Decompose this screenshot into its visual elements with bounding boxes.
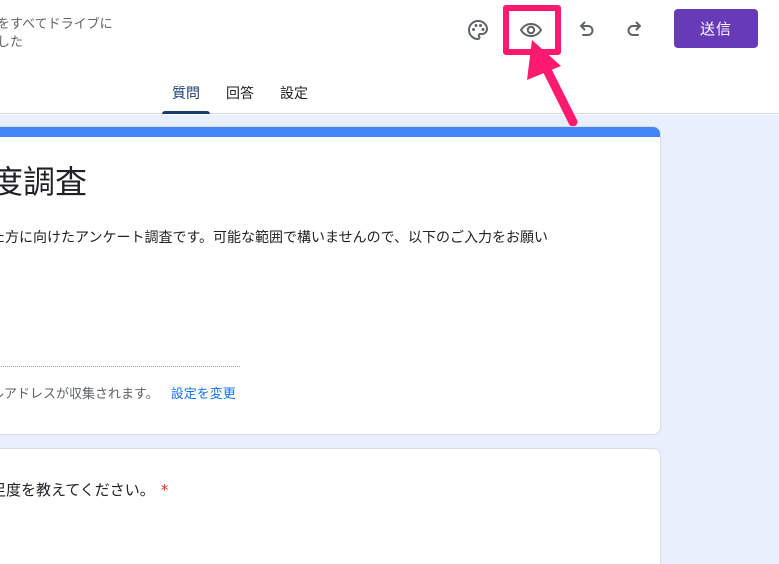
form-title[interactable]: 度調査: [0, 160, 87, 204]
question-title[interactable]: 足度を教えてください。 *: [0, 479, 168, 501]
email-collection-notice: ルアドレスが収集されます。 設定を変更: [0, 385, 236, 405]
save-status-line1: をすべてドライブに: [0, 17, 113, 32]
form-title-card[interactable]: 度調査 た方に向けたアンケート調査です。可能な範囲で構いませんので、以下のご入力…: [0, 126, 661, 435]
form-description[interactable]: た方に向けたアンケート調査です。可能な範囲で構いませんので、以下のご入力をお願い: [0, 228, 548, 248]
tab-responses[interactable]: 回答: [216, 76, 264, 114]
change-settings-link[interactable]: 設定を変更: [171, 387, 236, 402]
save-status-line2: した: [0, 35, 24, 50]
customize-theme-button[interactable]: [458, 10, 498, 50]
tab-questions[interactable]: 質問: [162, 76, 210, 114]
send-button[interactable]: 送信: [674, 9, 758, 48]
editor-tabs: 質問 回答 設定: [162, 76, 324, 114]
question-card[interactable]: 足度を教えてください。 *: [0, 448, 661, 564]
divider: [0, 366, 240, 367]
palette-icon: [468, 19, 489, 41]
tab-settings[interactable]: 設定: [270, 76, 318, 114]
redo-button[interactable]: [616, 10, 656, 50]
pointer-arrow-annotation: [527, 40, 578, 126]
redo-icon: [627, 21, 641, 36]
form-editor-header: をすべてドライブに した 送信 質問 回答 設定: [0, 0, 779, 114]
title-card-accent-bar: [0, 127, 660, 137]
question-text: 足度を教えてください。: [0, 481, 155, 499]
email-collection-text: ルアドレスが収集されます。: [0, 387, 159, 402]
required-mark: *: [160, 481, 169, 499]
save-status: をすべてドライブに した: [0, 16, 113, 52]
